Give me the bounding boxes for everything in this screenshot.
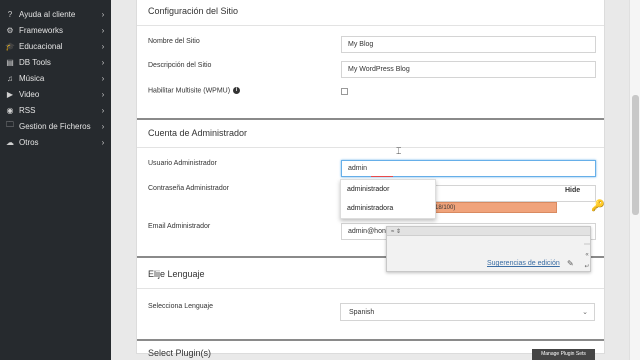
site-description-label: Descripción del Sitio [148,62,212,69]
divider [137,147,604,148]
chevron-right-icon: › [101,105,105,115]
autocomplete-option[interactable]: administrador [341,180,435,199]
scrollbar-thumb[interactable] [632,95,639,215]
chevron-right-icon: › [101,121,105,131]
spellcheck-underline [371,176,393,177]
plugins-title: Select Plugin(s) [148,348,212,358]
spelling-suggestions-popup: ≈ ⇕ ⋯ « ↵ Sugerencias de edición ✎ [386,226,591,272]
chevron-right-icon: › [101,41,105,51]
sidebar-item[interactable]: 🎓 Educacional › [0,38,111,54]
section-separator [137,339,604,341]
rss-icon: ◉ [6,105,14,115]
main-content: Configuración del Sitio Nombre del Sitio… [111,0,629,360]
language-title: Elije Lenguaje [148,269,205,279]
edit-suggestions-icon[interactable]: ✎ [567,259,574,268]
sidebar-item-label: RSS [19,105,36,115]
site-description-input[interactable]: My WordPress Blog [341,61,596,78]
admin-password-label: Contraseña Administrador [148,185,229,192]
file-manager-icon: 🗀 [6,120,14,129]
divider [137,25,604,26]
sidebar-item[interactable]: ◉ RSS › [0,102,111,118]
chevron-right-icon: › [101,9,105,19]
sidebar-item-label: Gestion de Ficheros [19,121,91,131]
language-selected-value: Spanish [349,309,375,316]
sidebar: ? Ayuda al cliente › ⚙ Frameworks › 🎓 Educacion… [0,0,111,360]
hide-password-toggle[interactable]: Hide [565,187,580,194]
site-name-input[interactable]: My Blog [341,36,596,53]
admin-email-label: Email Administrador [148,223,211,230]
sidebar-item[interactable]: ♫ Música › [0,70,111,86]
sidebar-item[interactable]: ⚙ Frameworks › [0,22,111,38]
chevron-right-icon: › [101,73,105,83]
chevron-right-icon: › [101,89,105,99]
form-panel: Configuración del Sitio Nombre del Sitio… [136,0,605,358]
password-strength-bar: d (18/100) [427,202,557,213]
admin-user-label: Usuario Administrador [148,160,217,167]
site-name-label: Nombre del Sitio [148,38,200,45]
database-icon: ▤ [6,57,14,67]
video-icon: ▶ [6,89,14,99]
multisite-label: Habilitar Multisite (WPMU) i [148,87,241,95]
sidebar-item-label: Educacional [19,41,63,51]
sidebar-item[interactable]: 🗀 Gestion de Ficheros › [0,118,111,134]
autocomplete-option[interactable]: administradora [341,199,435,218]
autocomplete-dropdown: administrador administradora [340,179,436,219]
chevron-down-icon: ⌄ [582,309,588,316]
language-select[interactable]: Spanish ⌄ [340,303,595,321]
popup-drag-handle[interactable]: ≈ ⇕ [387,227,590,236]
manage-plugin-sets-button[interactable]: Manage Plugin Sets [532,349,595,360]
divider [137,288,604,289]
chevron-right-icon: › [101,137,105,147]
cloud-icon: ☁ [6,137,14,147]
return-icon[interactable]: ↵ [583,263,591,270]
site-config-title: Configuración del Sitio [148,6,239,16]
sidebar-item-label: DB Tools [19,57,51,67]
sidebar-item-label: Otros [19,137,39,147]
chevron-right-icon: › [101,57,105,67]
admin-account-title: Cuenta de Administrador [148,128,248,138]
sidebar-item-label: Ayuda al cliente [19,9,76,19]
chevron-right-icon: › [101,25,105,35]
language-select-label: Selecciona Lenguaje [148,303,213,310]
info-icon[interactable]: i [233,87,241,94]
multisite-checkbox[interactable] [341,88,348,95]
multisite-label-text: Habilitar Multisite (WPMU) [148,87,231,95]
admin-user-input[interactable]: admin [341,160,596,177]
sidebar-item[interactable]: ? Ayuda al cliente › [0,6,111,22]
music-icon: ♫ [7,73,13,83]
more-options-icon[interactable]: ⋯ [583,241,591,248]
graduation-cap-icon: 🎓 [5,41,15,51]
sidebar-item[interactable]: ☁ Otros › [0,134,111,150]
mouse-cursor-icon: ⌶ [396,146,402,156]
sidebar-item[interactable]: ▤ DB Tools › [0,54,111,70]
gears-icon: ⚙ [6,25,14,35]
sidebar-item-label: Video [19,89,40,99]
collapse-icon[interactable]: « [583,252,591,258]
page-scrollbar[interactable] [629,0,640,360]
key-icon[interactable]: 🔑 [591,199,605,212]
edit-suggestions-link[interactable]: Sugerencias de edición [487,260,560,267]
sidebar-item-label: Música [19,73,45,83]
help-icon: ? [7,9,13,19]
sidebar-item[interactable]: ▶ Video › [0,86,111,102]
sidebar-item-label: Frameworks [19,25,64,35]
section-separator [137,118,604,120]
